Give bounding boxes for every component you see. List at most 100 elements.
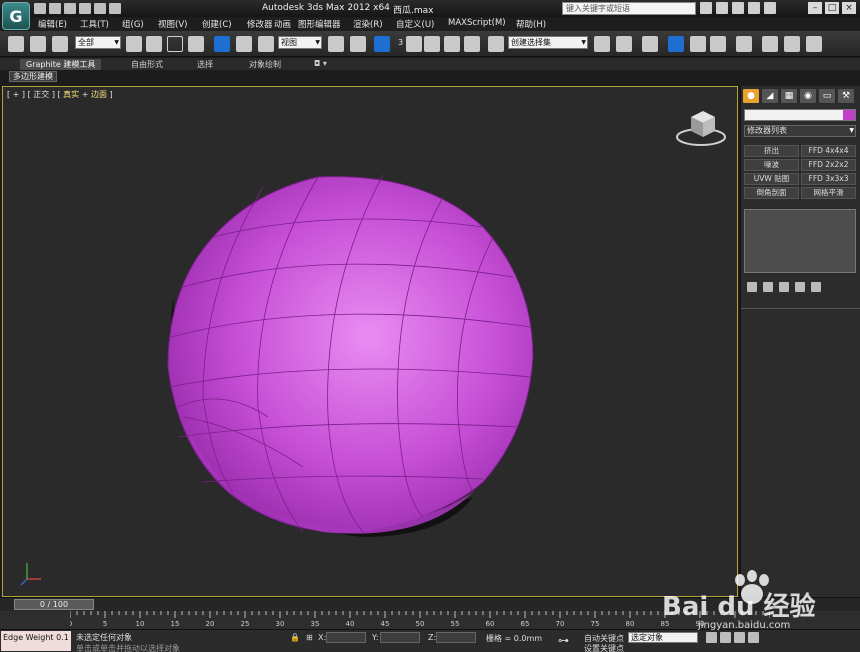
help-icon[interactable] <box>764 2 776 14</box>
favorites-icon[interactable] <box>748 2 760 14</box>
motion-tab-icon[interactable]: ◉ <box>800 89 816 103</box>
binoculars-icon[interactable] <box>700 2 712 14</box>
rendered-frame-icon[interactable] <box>784 36 800 52</box>
show-end-result-icon[interactable] <box>763 282 773 292</box>
modifier-ffd222-button[interactable]: FFD 2x2x2 <box>801 159 856 171</box>
menu-help[interactable]: 帮助(H) <box>516 18 546 30</box>
y-coord-field[interactable] <box>380 632 420 643</box>
mirror-icon[interactable] <box>594 36 610 52</box>
menu-maxscript[interactable]: MAXScript(M) <box>448 18 506 28</box>
save-file-icon[interactable] <box>64 3 76 14</box>
rect-selection-icon[interactable] <box>167 36 183 52</box>
render-production-icon[interactable] <box>806 36 822 52</box>
keyboard-shortcut-icon[interactable] <box>374 36 390 52</box>
spinner-snap-icon[interactable] <box>464 36 480 52</box>
menu-tools[interactable]: 工具(T) <box>80 18 109 30</box>
maxscript-listener[interactable]: Edge Weight 0.1 <box>1 631 71 651</box>
named-selection-dropdown[interactable]: 创建选择集 <box>508 36 588 49</box>
modifier-meshsmooth-button[interactable]: 网格平滑 <box>801 187 856 199</box>
modifier-extrude-button[interactable]: 挤出 <box>744 145 799 157</box>
menu-animation[interactable]: 动画 <box>274 18 291 30</box>
lock-selection-icon[interactable]: 🔒 <box>290 633 300 642</box>
selection-filter-dropdown[interactable]: 全部 <box>75 36 121 49</box>
modifier-noise-button[interactable]: 噪波 <box>744 159 799 171</box>
transform-mode-icon[interactable]: ⊞ <box>306 633 313 642</box>
new-file-icon[interactable] <box>34 3 46 14</box>
align-icon[interactable] <box>616 36 632 52</box>
modifier-bevel-profile-button[interactable]: 倒角剖面 <box>744 187 799 199</box>
curve-editor-icon[interactable] <box>690 36 706 52</box>
menu-group[interactable]: 组(G) <box>122 18 144 30</box>
modify-tab-icon[interactable]: ◢ <box>762 89 778 103</box>
percent-snap-icon[interactable] <box>444 36 460 52</box>
select-manipulate-icon[interactable] <box>350 36 366 52</box>
maximize-icon[interactable]: □ <box>825 2 839 14</box>
time-slider[interactable]: 0 / 100 <box>14 599 94 610</box>
key-icon[interactable]: ⊶ <box>558 634 569 647</box>
ribbon-options-icon[interactable]: ◘ ▾ <box>314 59 327 68</box>
modifier-list-dropdown[interactable]: 修改器列表 <box>744 125 856 137</box>
z-coord-field[interactable] <box>436 632 476 643</box>
menu-graph-editors[interactable]: 图形编辑器 <box>298 18 341 30</box>
graphite-toggle-icon[interactable] <box>668 36 684 52</box>
make-unique-icon[interactable] <box>779 282 789 292</box>
undo-icon[interactable] <box>79 3 91 14</box>
display-tab-icon[interactable]: ▭ <box>819 89 835 103</box>
sphere-object[interactable] <box>3 87 739 598</box>
hierarchy-tab-icon[interactable]: ▦ <box>781 89 797 103</box>
remove-modifier-icon[interactable] <box>795 282 805 292</box>
window-crossing-icon[interactable] <box>188 36 204 52</box>
open-file-icon[interactable] <box>49 3 61 14</box>
select-object-icon[interactable] <box>126 36 142 52</box>
project-folder-icon[interactable] <box>109 3 121 14</box>
play-icon[interactable] <box>734 632 745 643</box>
close-icon[interactable]: × <box>842 2 856 14</box>
redo-icon[interactable] <box>94 3 106 14</box>
prev-frame-icon[interactable] <box>720 632 731 643</box>
material-editor-icon[interactable] <box>736 36 752 52</box>
menu-customize[interactable]: 自定义(U) <box>396 18 434 30</box>
menu-edit[interactable]: 编辑(E) <box>38 18 67 30</box>
next-frame-icon[interactable] <box>748 632 759 643</box>
communication-icon[interactable] <box>732 2 744 14</box>
menu-views[interactable]: 视图(V) <box>158 18 187 30</box>
key-filter-dropdown[interactable]: 选定对象 <box>628 632 698 643</box>
select-rotate-icon[interactable] <box>236 36 252 52</box>
select-scale-icon[interactable] <box>258 36 274 52</box>
modifier-uvw-button[interactable]: UVW 贴图 <box>744 173 799 185</box>
modifier-ffd444-button[interactable]: FFD 4x4x4 <box>801 145 856 157</box>
bind-space-warp-icon[interactable] <box>52 36 68 52</box>
schematic-view-icon[interactable] <box>710 36 726 52</box>
ribbon-subtab-polygon-modeling[interactable]: 多边形建模 <box>9 71 57 82</box>
edit-named-sets-icon[interactable] <box>488 36 504 52</box>
modifier-ffd333-button[interactable]: FFD 3x3x3 <box>801 173 856 185</box>
angle-snap-icon[interactable] <box>424 36 440 52</box>
ribbon-tab-object-paint[interactable]: 对象绘制 <box>249 59 281 70</box>
layer-manager-icon[interactable] <box>642 36 658 52</box>
object-color-swatch[interactable] <box>843 110 855 120</box>
select-link-icon[interactable] <box>8 36 24 52</box>
perspective-viewport[interactable]: [ + ] [ 正交 ] [ 真实 + 边面 ] <box>2 86 738 597</box>
ribbon-tab-freeform[interactable]: 自由形式 <box>131 59 163 70</box>
menu-rendering[interactable]: 渲染(R) <box>353 18 383 30</box>
render-setup-icon[interactable] <box>762 36 778 52</box>
create-tab-icon[interactable]: ● <box>743 89 759 103</box>
ribbon-tab-graphite[interactable]: Graphite 建模工具 <box>20 59 102 70</box>
viewcube-icon[interactable] <box>675 107 727 147</box>
unlink-icon[interactable] <box>30 36 46 52</box>
menu-modifiers[interactable]: 修改器 <box>247 18 273 30</box>
x-coord-field[interactable] <box>326 632 366 643</box>
app-logo-icon[interactable]: G <box>2 2 30 30</box>
goto-start-icon[interactable] <box>706 632 717 643</box>
pivot-center-icon[interactable] <box>328 36 344 52</box>
menu-create[interactable]: 创建(C) <box>202 18 232 30</box>
pin-stack-icon[interactable] <box>747 282 757 292</box>
modifier-stack[interactable] <box>744 209 856 273</box>
minimize-icon[interactable]: – <box>808 2 822 14</box>
set-key-button[interactable]: 设置关键点 <box>584 643 624 652</box>
select-move-icon[interactable] <box>214 36 230 52</box>
object-name-field[interactable] <box>744 109 856 121</box>
ref-coord-dropdown[interactable]: 视图 <box>278 36 322 49</box>
select-by-name-icon[interactable] <box>146 36 162 52</box>
subscription-icon[interactable] <box>716 2 728 14</box>
